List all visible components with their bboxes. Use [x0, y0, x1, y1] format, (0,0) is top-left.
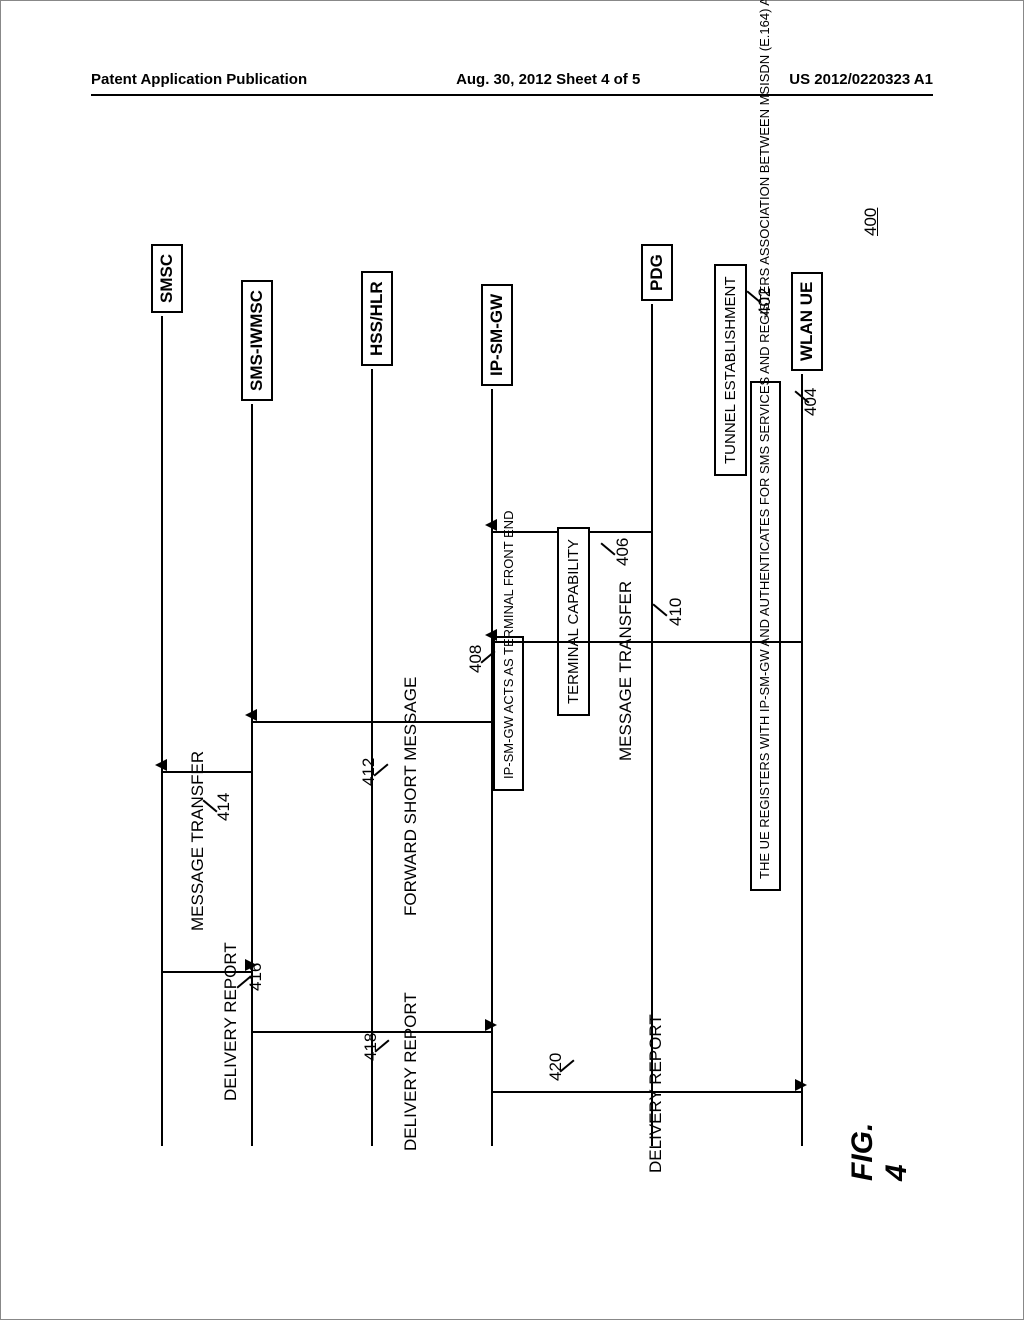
msg-termcap-ref: 406 — [613, 538, 633, 566]
arrow-termcap-head — [485, 519, 497, 531]
msg-register: THE UE REGISTERS WITH IP-SM-GW AND AUTHE… — [750, 381, 781, 891]
msg-fwdshort: FORWARD SHORT MESSAGE — [401, 677, 421, 916]
msg-termcap: TERMINAL CAPABILITY — [557, 527, 590, 716]
entity-hsshlr: HSS/HLR — [361, 271, 393, 366]
lifeline-iwmsc — [251, 404, 253, 1146]
msg-delrep1: DELIVERY REPORT — [221, 942, 241, 1101]
msg-msgxfer1-ref: 410 — [666, 598, 686, 626]
msg-msgxfer2: MESSAGE TRANSFER — [188, 751, 208, 931]
arrow-delrep3-head — [795, 1079, 807, 1091]
lifeline-wlanue — [801, 374, 803, 1146]
msg-tunnel: TUNNEL ESTABLISHMENT — [714, 264, 747, 476]
arrow-msgxfer1-line — [491, 641, 801, 643]
msg-register-ref: 404 — [801, 388, 821, 416]
msg-msgxfer1: MESSAGE TRANSFER — [616, 581, 636, 761]
arrow-msgxfer1-head — [485, 629, 497, 641]
arrow-delrep2-head — [485, 1019, 497, 1031]
entity-ipsmgw: IP-SM-GW — [481, 284, 513, 386]
arrow-fwdshort-line — [251, 721, 491, 723]
msg-msgxfer2-ref: 414 — [214, 793, 234, 821]
arrow-fwdshort-head — [245, 709, 257, 721]
page-header: Patent Application Publication Aug. 30, … — [91, 71, 933, 96]
sequence-diagram: 400 FIG. 4 104 SMSC 106 SMS-IWMSC 108 HS… — [121, 161, 881, 1211]
page: Patent Application Publication Aug. 30, … — [0, 0, 1024, 1320]
msg-frontend: IP-SM-GW ACTS AS TERMINAL FRONT END — [493, 636, 524, 791]
header-publication: Patent Application Publication — [91, 71, 307, 88]
entity-iwmsc: SMS-IWMSC — [241, 280, 273, 401]
header-date-sheet: Aug. 30, 2012 Sheet 4 of 5 — [456, 71, 640, 88]
msg-delrep2: DELIVERY REPORT — [401, 992, 421, 1151]
entity-wlanue: WLAN UE — [791, 272, 823, 371]
arrow-msgxfer2-head — [155, 759, 167, 771]
figure-ref: 400 — [861, 208, 881, 236]
figure-label: FIG. 4 — [846, 1123, 914, 1181]
entity-smsc: SMSC — [151, 244, 183, 313]
entity-pdg: PDG — [641, 244, 673, 301]
header-patent-number: US 2012/0220323 A1 — [789, 71, 933, 88]
lifeline-smsc — [161, 316, 163, 1146]
msg-delrep3: DELIVERY REPORT — [646, 1014, 666, 1173]
